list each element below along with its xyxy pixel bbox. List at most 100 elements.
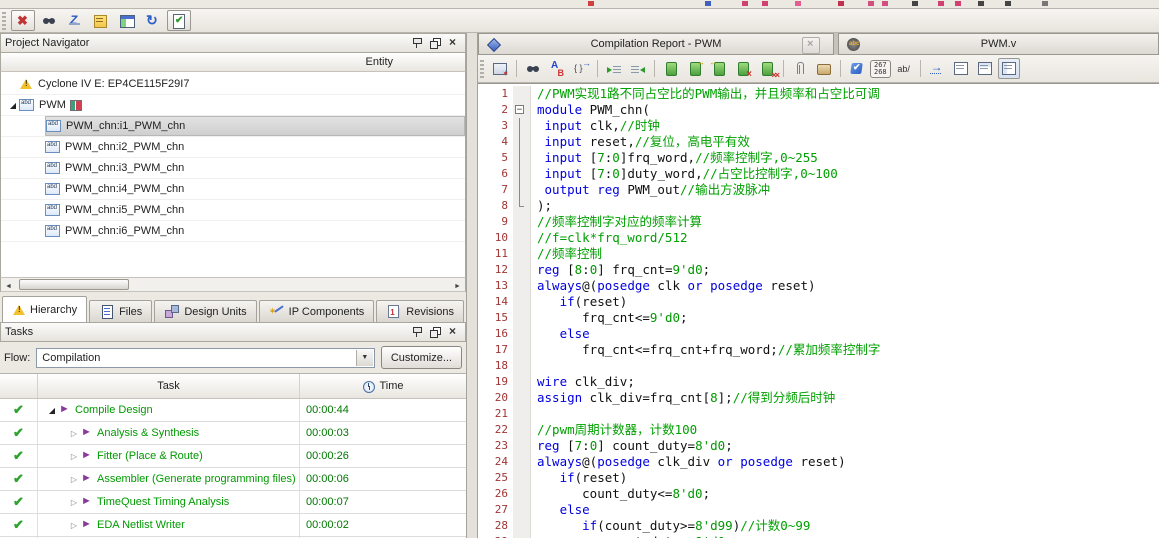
close-icon[interactable]	[802, 37, 820, 54]
tree-item[interactable]: PWM_chn:i4_PWM_chn	[1, 179, 465, 200]
tree-item[interactable]: PWM_chn:i1_PWM_chn	[1, 116, 465, 137]
expander-icon[interactable]	[68, 519, 80, 531]
find-delimiter-button[interactable]	[570, 58, 592, 79]
pin-icon[interactable]	[409, 325, 425, 339]
tab-hierarchy[interactable]: Hierarchy	[2, 296, 88, 322]
tab-ip-components[interactable]: IP Components	[258, 300, 375, 322]
comment-button[interactable]: ab/	[893, 58, 915, 79]
float-icon[interactable]	[427, 325, 443, 339]
fold-marker-icon[interactable]	[513, 118, 531, 134]
float-icon[interactable]	[427, 36, 443, 50]
bookmark-delete-all-button[interactable]	[756, 58, 778, 80]
fold-marker-icon[interactable]	[513, 198, 531, 214]
tab-design-units[interactable]: Design Units	[154, 300, 257, 322]
unindent-button[interactable]	[627, 58, 649, 79]
close-icon[interactable]	[445, 324, 461, 339]
tab-compilation-report[interactable]: Compilation Report - PWM	[478, 33, 834, 55]
stop-processing-button[interactable]	[11, 10, 35, 31]
view-block-2-button[interactable]	[974, 58, 996, 79]
fold-marker-icon[interactable]	[513, 134, 531, 150]
goto-button[interactable]	[926, 58, 948, 79]
horizontal-scrollbar[interactable]	[0, 277, 466, 292]
tree-item[interactable]: PWM_chn:i5_PWM_chn	[1, 200, 465, 221]
toolbar-gripper[interactable]	[480, 59, 484, 78]
code-segment: ;	[702, 486, 711, 501]
bookmark-previous-button[interactable]	[708, 57, 730, 79]
code-segment: else	[559, 502, 590, 517]
bookmark-toggle-icon	[663, 61, 679, 77]
code-segment: //频率控制字,0~255	[695, 150, 818, 165]
verify-button[interactable]	[167, 10, 191, 31]
task-row[interactable]: TimeQuest Timing Analysis 00:00:07	[0, 491, 466, 514]
task-time-cell: 00:00:06	[306, 473, 349, 485]
find-button[interactable]	[522, 58, 544, 79]
find-button[interactable]	[37, 10, 61, 31]
tree-item[interactable]: PWM_chn:i2_PWM_chn	[1, 137, 465, 158]
tree-item-device[interactable]: Cyclone IV E: EP4CE115F29I7	[1, 74, 465, 95]
chevron-down-icon[interactable]	[355, 349, 373, 366]
fold-marker-icon[interactable]	[513, 166, 531, 182]
expander-icon[interactable]	[46, 404, 58, 416]
code-segment: always	[537, 278, 583, 293]
tree-item-root[interactable]: PWM	[1, 95, 465, 116]
attach-button[interactable]	[789, 58, 811, 79]
indent-button[interactable]	[603, 58, 625, 79]
expander-icon[interactable]	[68, 427, 80, 439]
customize-button[interactable]: Customize...	[380, 346, 462, 369]
time-column-header[interactable]: Time	[300, 374, 466, 398]
instance-icon	[45, 141, 60, 153]
task-rows: Compile Design 00:00:44 Analysis & Synthes…	[0, 399, 466, 538]
code-segment: 0	[612, 166, 620, 181]
tab-pwm-v[interactable]: PWM.v	[838, 33, 1159, 55]
view-block-1-button[interactable]	[950, 58, 972, 79]
fold-marker-icon[interactable]	[513, 182, 531, 198]
tcl-script-button[interactable]	[813, 58, 835, 79]
panel-splitter[interactable]	[467, 33, 477, 538]
close-icon[interactable]	[445, 35, 461, 50]
line-number: 10	[494, 231, 508, 244]
expander-icon[interactable]	[68, 473, 80, 485]
code-segment: //频率控制	[537, 246, 603, 261]
tab-files[interactable]: Files	[89, 300, 153, 322]
tab-revisions[interactable]: Revisions	[376, 300, 464, 322]
expander-icon[interactable]	[68, 496, 80, 508]
toolbar-gripper[interactable]	[2, 11, 6, 30]
status-column-header	[0, 374, 38, 398]
view-block-3-button[interactable]	[997, 58, 1020, 79]
hierarchy-tree[interactable]: Cyclone IV E: EP4CE115F29I7 PWM PWM_chn:…	[0, 72, 466, 277]
project-navigator-titlebar: Project Navigator	[0, 33, 466, 53]
refresh-button[interactable]	[141, 10, 165, 31]
tab-title: Compilation Report - PWM	[590, 38, 722, 50]
analyze-button[interactable]	[846, 58, 868, 79]
task-row[interactable]: Fitter (Place & Route) 00:00:26	[0, 445, 466, 468]
task-row[interactable]: Analysis & Synthesis 00:00:03	[0, 422, 466, 445]
code-editor[interactable]: 1 //PWM实现1路不同占空比的PWM输出，并且频率和占空比可调 2 module …	[478, 83, 1159, 538]
bookmark-next-button[interactable]	[684, 57, 706, 79]
report-window-button[interactable]	[115, 10, 139, 31]
flow-dropdown[interactable]: Compilation	[36, 347, 375, 368]
scroll-right-icon[interactable]	[451, 279, 464, 290]
task-column-header[interactable]: Task	[38, 374, 300, 398]
tree-item[interactable]: PWM_chn:i6_PWM_chn	[1, 221, 465, 242]
notes-button[interactable]	[89, 10, 113, 31]
analyze-icon	[849, 61, 865, 77]
task-row[interactable]: EDA Netlist Writer 00:00:02	[0, 514, 466, 537]
insert-template-button[interactable]	[489, 58, 511, 79]
tree-item[interactable]: PWM_chn:i3_PWM_chn	[1, 158, 465, 179]
edit-button[interactable]	[63, 10, 87, 31]
task-row[interactable]: Assembler (Generate programming files) 00…	[0, 468, 466, 491]
replace-button[interactable]	[546, 58, 568, 79]
fold-margin	[513, 470, 531, 486]
fold-marker-icon[interactable]	[513, 150, 531, 166]
bookmark-toggle-button[interactable]	[660, 58, 682, 79]
task-row[interactable]: Compile Design 00:00:44	[0, 399, 466, 422]
scrollbar-thumb[interactable]	[19, 279, 129, 290]
expander-icon[interactable]	[68, 450, 80, 462]
bookmark-delete-button[interactable]	[732, 58, 754, 80]
fold-marker-icon[interactable]	[513, 102, 531, 118]
expander-icon[interactable]	[7, 99, 19, 111]
pin-icon[interactable]	[409, 36, 425, 50]
scroll-left-icon[interactable]	[2, 279, 15, 290]
code-text: //f=clk*frq_word/512	[531, 230, 688, 246]
